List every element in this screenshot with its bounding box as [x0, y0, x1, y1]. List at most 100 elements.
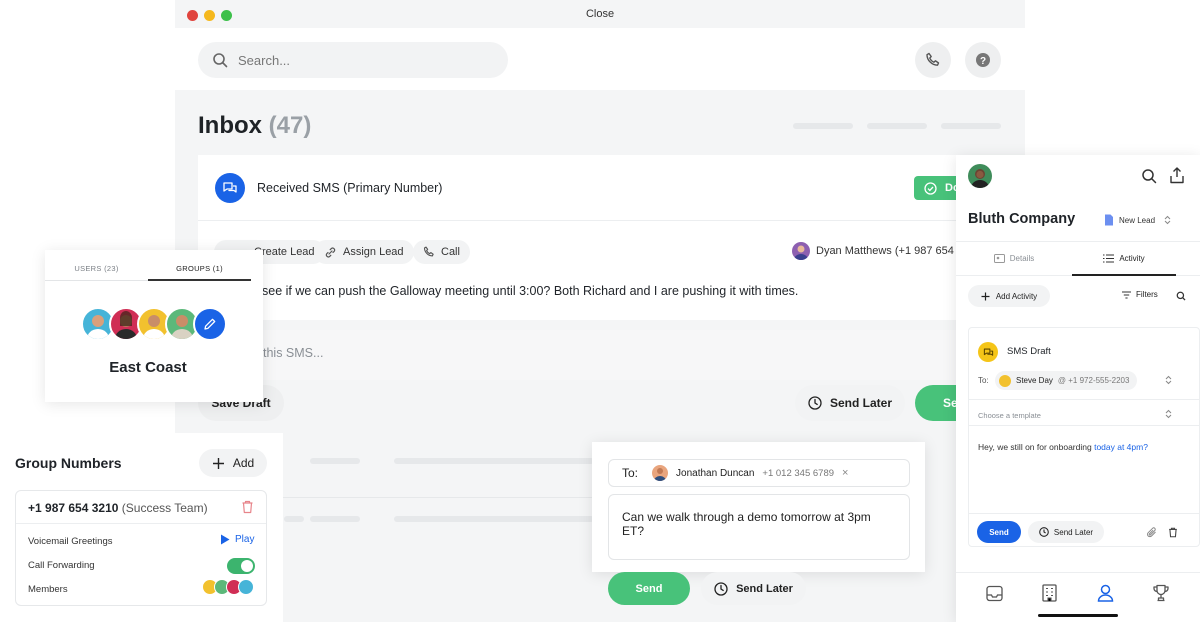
- nav-companies[interactable]: [1042, 584, 1057, 602]
- draft-send-button[interactable]: Send: [977, 521, 1021, 543]
- reply-input[interactable]: this SMS...: [263, 346, 323, 360]
- page-title: Inbox (47): [198, 112, 311, 140]
- chat-bubble-icon: [222, 180, 238, 196]
- draft-message-text: Hey, we still on for onboarding: [978, 442, 1095, 452]
- phone-button[interactable]: [915, 42, 951, 78]
- close-window-button[interactable]: [187, 10, 198, 21]
- group-numbers-title: Group Numbers: [15, 455, 122, 471]
- help-icon: ?: [975, 52, 991, 68]
- to-label: To:: [622, 466, 639, 480]
- compose-send-button[interactable]: Send: [608, 572, 690, 605]
- call-forwarding-label: Call Forwarding: [28, 560, 95, 571]
- divider: [969, 425, 1199, 426]
- compose-send-later-button[interactable]: Send Later: [701, 572, 806, 605]
- clock-icon: [714, 581, 728, 596]
- tab-details[interactable]: Details: [956, 254, 1072, 263]
- group-numbers-panel: Group Numbers Add +1 987 654 3210 (Succe…: [0, 433, 283, 622]
- sms-message-text: see if we can push the Galloway meeting …: [262, 284, 799, 298]
- pencil-icon: [203, 317, 217, 331]
- placeholder-bar: [284, 516, 304, 522]
- send-label: Send: [635, 582, 663, 595]
- remove-recipient-icon[interactable]: ×: [842, 467, 848, 479]
- placeholder-bar: [310, 516, 360, 522]
- add-number-button[interactable]: Add: [199, 449, 267, 477]
- number-card: +1 987 654 3210 (Success Team) Voicemail…: [15, 490, 267, 606]
- avatar: [999, 374, 1011, 387]
- active-tab-indicator: [1072, 274, 1176, 276]
- window-controls: [187, 10, 232, 21]
- help-button[interactable]: ?: [965, 42, 1001, 78]
- avatar: [792, 242, 810, 260]
- recipient-phone: +1 012 345 6789: [762, 467, 835, 479]
- draft-message[interactable]: Hey, we still on for onboarding today at…: [978, 442, 1148, 452]
- tab-groups[interactable]: GROUPS (1): [148, 264, 251, 273]
- draft-send-later-button[interactable]: Send Later: [1028, 521, 1104, 543]
- clock-icon: [808, 396, 822, 410]
- minimize-window-button[interactable]: [204, 10, 215, 21]
- search-input[interactable]: Search...: [198, 42, 508, 78]
- send-later-label: Send Later: [736, 582, 793, 595]
- search-button[interactable]: [1141, 168, 1157, 184]
- chevron-updown-icon: [1165, 409, 1172, 419]
- message-input[interactable]: Can we walk through a demo tomorrow at 3…: [608, 494, 910, 560]
- attach-button[interactable]: [1146, 527, 1157, 538]
- lead-status-label: New Lead: [1119, 215, 1156, 225]
- delete-number-button[interactable]: [241, 500, 254, 514]
- svg-text:?: ?: [980, 56, 986, 67]
- delete-draft-button[interactable]: [1168, 527, 1178, 538]
- to-field[interactable]: To: Jonathan Duncan +1 012 345 6789 ×: [608, 459, 910, 487]
- placeholder-bar: [793, 123, 853, 129]
- send-later-label: Send Later: [1053, 527, 1094, 537]
- tab-users[interactable]: USERS (23): [45, 264, 148, 273]
- clock-icon: [1039, 527, 1049, 537]
- maximize-window-button[interactable]: [221, 10, 232, 21]
- filters-button[interactable]: Filters: [1122, 290, 1158, 299]
- template-select[interactable]: Choose a template: [978, 411, 1041, 420]
- divider: [956, 241, 1200, 242]
- tab-activity[interactable]: Activity: [1072, 254, 1176, 263]
- nav-goals[interactable]: [1152, 584, 1170, 602]
- members-avatars[interactable]: [202, 579, 254, 595]
- placeholder-bar: [310, 458, 360, 464]
- chat-bubble-icon: [983, 347, 994, 358]
- assign-lead-label: Assign Lead: [343, 246, 404, 258]
- recipient-select-chevron[interactable]: [1165, 375, 1172, 385]
- link-icon: [324, 246, 337, 259]
- divider: [16, 523, 266, 524]
- recipient-chip[interactable]: Steve Day @ +1 972-555-2203: [995, 371, 1138, 390]
- call-label: Call: [441, 246, 460, 258]
- group-member-avatars: [81, 307, 227, 341]
- check-circle-icon: [924, 181, 937, 195]
- draft-message-link[interactable]: today at 4pm?: [1094, 442, 1148, 452]
- user-avatar[interactable]: [968, 164, 992, 188]
- trophy-icon: [1152, 584, 1170, 602]
- recipient-name: Steve Day: [1016, 376, 1053, 385]
- filters-label: Filters: [1136, 290, 1158, 299]
- recipient-phone: @ +1 972-555-2203: [1057, 376, 1130, 385]
- sms-type-icon-badge: [215, 173, 245, 203]
- trash-icon: [1168, 527, 1178, 538]
- placeholder-bar: [394, 516, 594, 522]
- add-activity-button[interactable]: Add Activity: [968, 285, 1050, 307]
- activity-search-button[interactable]: [1176, 291, 1186, 301]
- divider: [198, 220, 958, 221]
- create-lead-label: Create Lead: [254, 246, 315, 258]
- call-forwarding-toggle[interactable]: [227, 558, 255, 574]
- sms-item-title: Received SMS (Primary Number): [257, 181, 443, 195]
- lead-status-select[interactable]: New Lead: [1098, 209, 1180, 231]
- search-icon: [1176, 291, 1186, 301]
- edit-group-button[interactable]: [193, 307, 227, 341]
- nav-inbox[interactable]: [986, 585, 1003, 602]
- play-greeting-button[interactable]: Play: [220, 534, 254, 545]
- template-chevron[interactable]: [1165, 409, 1172, 419]
- groups-panel: USERS (23) GROUPS (1) East Coast: [45, 250, 263, 402]
- send-label: Send: [989, 527, 1009, 537]
- assign-lead-button[interactable]: Assign Lead: [314, 240, 414, 264]
- contact-name[interactable]: Dyan Matthews (+1 987 654 3: [816, 245, 958, 257]
- call-button[interactable]: Call: [413, 240, 470, 264]
- nav-contacts[interactable]: [1097, 584, 1114, 602]
- trash-icon: [241, 500, 254, 514]
- tab-activity-label: Activity: [1119, 254, 1145, 263]
- share-button[interactable]: [1169, 167, 1185, 184]
- send-later-button[interactable]: Send Later: [795, 385, 905, 421]
